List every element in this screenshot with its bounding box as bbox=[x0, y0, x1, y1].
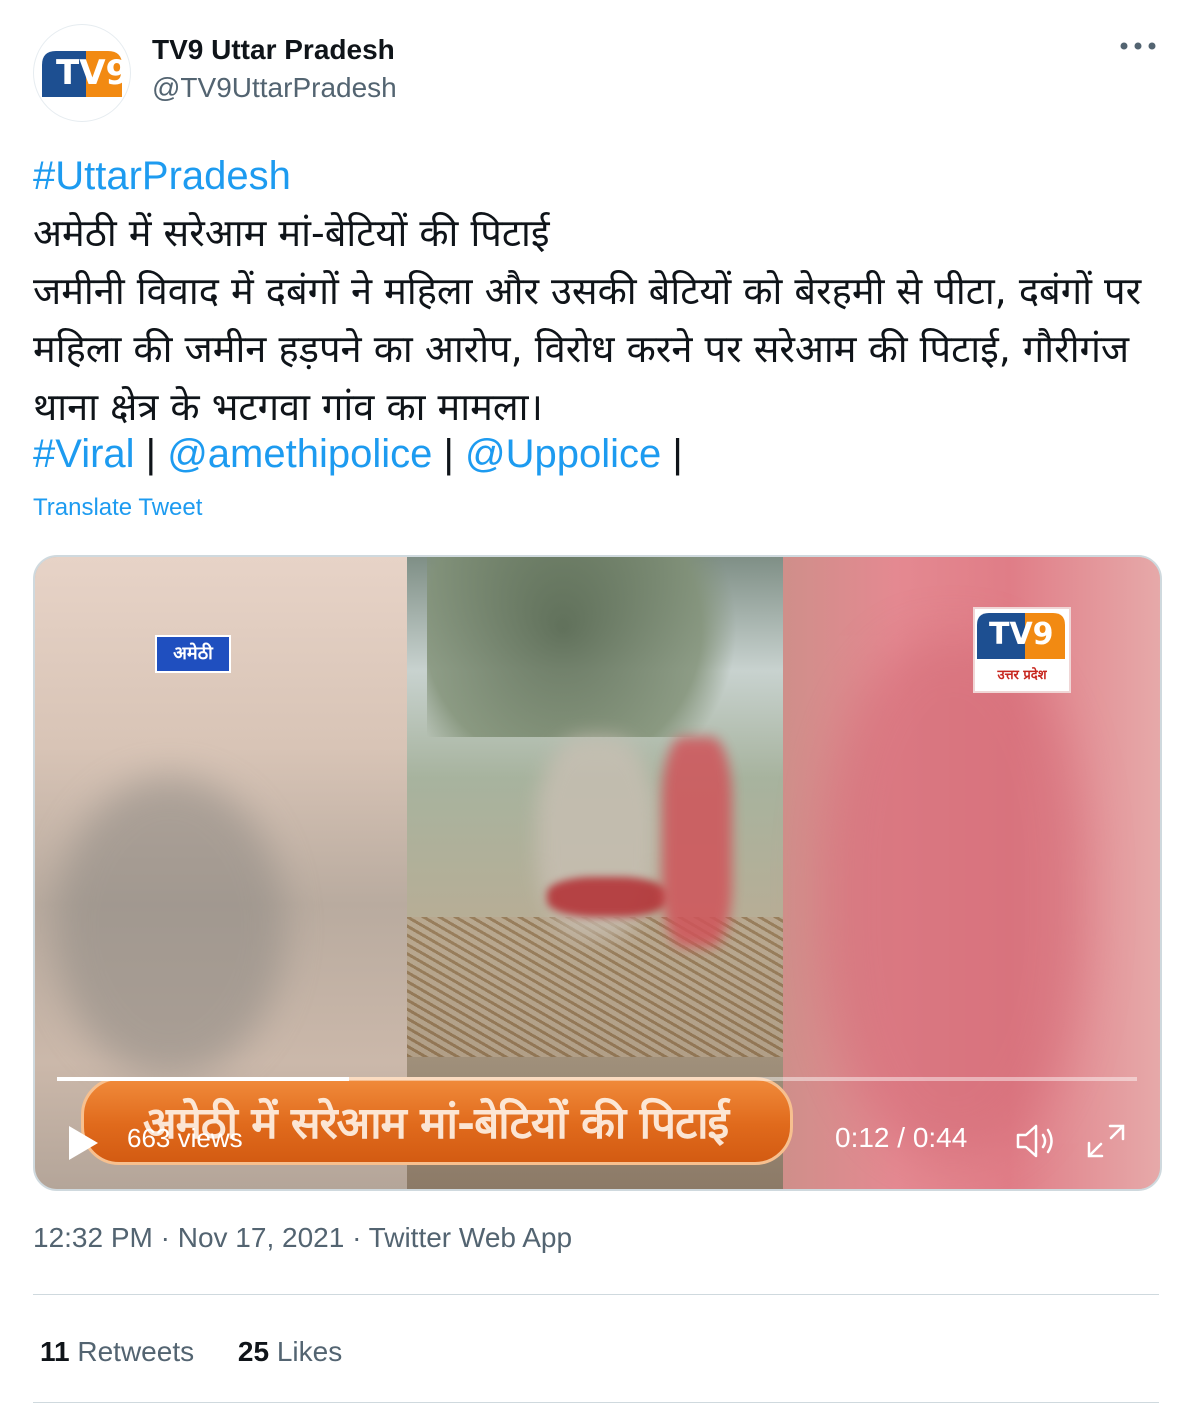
location-badge: अमेठी bbox=[155, 635, 231, 673]
more-icon[interactable] bbox=[1116, 34, 1160, 64]
divider bbox=[33, 1402, 1159, 1403]
video-player[interactable]: अमेठी TV9 उत्तर प्रदेश अमेठी में सरेआम म… bbox=[33, 555, 1162, 1191]
tweet-body: जमीनी विवाद में दबंगों ने महिला और उसकी … bbox=[33, 269, 1142, 429]
mention-uppolice[interactable]: @Uppolice bbox=[465, 432, 661, 476]
mention-amethipolice[interactable]: @amethipolice bbox=[167, 432, 432, 476]
avatar-logo-text: TV9 bbox=[56, 53, 130, 93]
view-count: 663 views bbox=[127, 1123, 243, 1153]
likes-count: 25 bbox=[237, 1336, 270, 1367]
likes-label: Likes bbox=[276, 1336, 343, 1367]
tweet-timestamp[interactable]: 12:32 PM · Nov 17, 2021 · Twitter Web Ap… bbox=[33, 1222, 572, 1254]
hashtag-viral[interactable]: #Viral bbox=[33, 432, 135, 476]
handle[interactable]: @TV9UttarPradesh bbox=[152, 72, 397, 104]
play-icon[interactable] bbox=[65, 1123, 101, 1163]
fullscreen-icon[interactable] bbox=[1085, 1122, 1127, 1160]
separator: | bbox=[443, 432, 454, 476]
translate-tweet-link[interactable]: Translate Tweet bbox=[33, 494, 202, 522]
divider bbox=[33, 1294, 1159, 1295]
separator: | bbox=[145, 432, 157, 476]
avatar[interactable]: TV9 bbox=[33, 24, 131, 122]
likes-stat[interactable]: 25 Likes bbox=[238, 1336, 342, 1367]
separator: | bbox=[672, 432, 683, 476]
retweets-stat[interactable]: 11 Retweets bbox=[40, 1336, 194, 1367]
hashtag-uttarpradesh[interactable]: #UttarPradesh bbox=[33, 154, 1158, 199]
channel-logo: TV9 उत्तर प्रदेश bbox=[973, 607, 1071, 693]
progress-bar[interactable] bbox=[57, 1077, 1137, 1081]
video-frame-right bbox=[783, 557, 1160, 1189]
tweet-tags: #Viral | @amethipolice | @Uppolice | bbox=[33, 432, 1158, 477]
channel-logo-text: TV9 bbox=[989, 617, 1054, 652]
progress-fill bbox=[57, 1077, 349, 1081]
tweet-headline: अमेठी में सरेआम मां-बेटियों की पिटाई bbox=[33, 211, 550, 255]
tweet-stats: 11 Retweets 25 Likes bbox=[40, 1336, 378, 1368]
video-time: 0:12 / 0:44 bbox=[835, 1122, 968, 1153]
tweet: TV9 TV9 Uttar Pradesh @TV9UttarPradesh #… bbox=[0, 0, 1194, 1406]
retweets-count: 11 bbox=[40, 1336, 70, 1367]
display-name[interactable]: TV9 Uttar Pradesh bbox=[152, 34, 395, 66]
channel-logo-sub: उत्तर प्रदेश bbox=[997, 668, 1047, 683]
retweets-label: Retweets bbox=[77, 1336, 195, 1367]
volume-icon[interactable] bbox=[1015, 1122, 1059, 1160]
